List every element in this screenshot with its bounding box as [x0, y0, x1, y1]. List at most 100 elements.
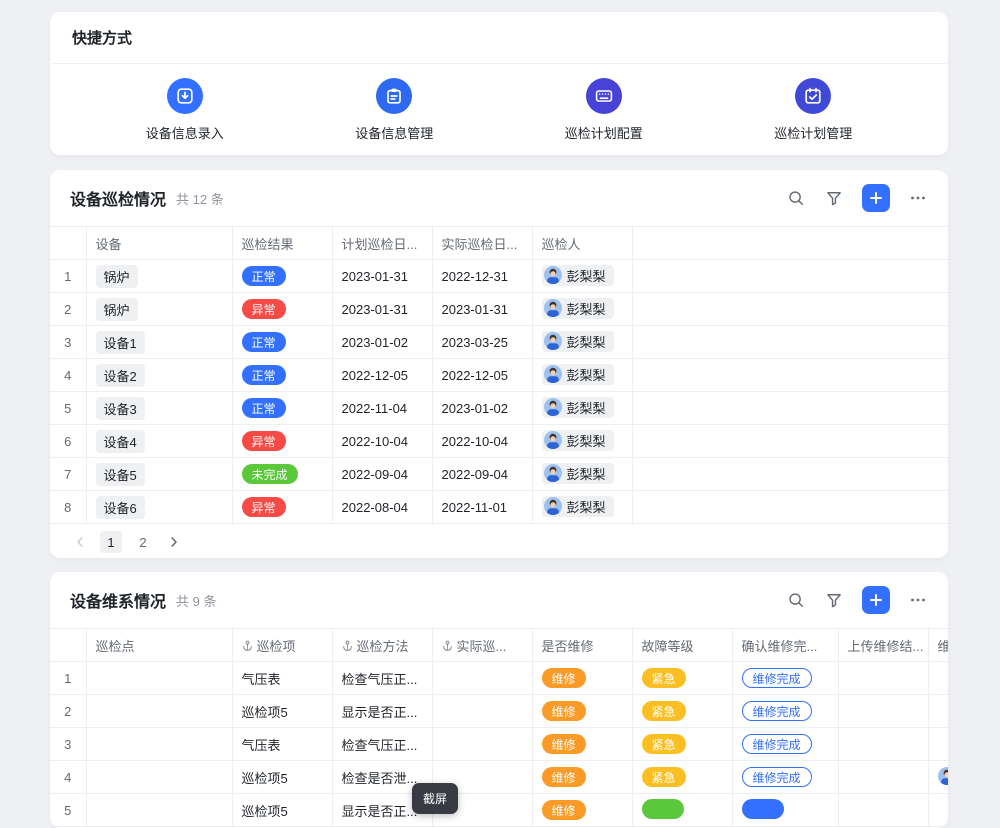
method-cell[interactable]: 检查气压正...	[332, 662, 432, 695]
result-cell[interactable]: 正常	[232, 326, 332, 359]
repair-cell[interactable]: 维修	[532, 695, 632, 728]
device-cell[interactable]: 锅炉	[86, 260, 232, 293]
point-cell[interactable]	[86, 761, 232, 794]
inspector-cell[interactable]: 彭梨梨	[532, 425, 632, 458]
column-header-actual[interactable]: 实际巡...	[432, 629, 532, 662]
actual-date-cell[interactable]: 2022-12-31	[432, 260, 532, 293]
result-cell[interactable]: 异常	[232, 491, 332, 524]
result-cell[interactable]: 正常	[232, 260, 332, 293]
result-cell[interactable]: 未完成	[232, 458, 332, 491]
table-row[interactable]: 7 设备5 未完成 2022-09-04 2022-09-04 彭梨梨	[50, 458, 948, 491]
repair-cell[interactable]: 维修	[532, 728, 632, 761]
table-row[interactable]: 5 设备3 正常 2022-11-04 2023-01-02 彭梨梨	[50, 392, 948, 425]
table-row[interactable]: 1 锅炉 正常 2023-01-31 2022-12-31 彭梨梨	[50, 260, 948, 293]
method-cell[interactable]: 检查气压正...	[332, 728, 432, 761]
confirm-cell[interactable]: 维修完成	[732, 728, 838, 761]
upload-cell[interactable]	[838, 794, 928, 827]
level-cell[interactable]: 紧急	[632, 695, 732, 728]
table-row[interactable]: 1 气压表 检查气压正... 维修 紧急 维修完成	[50, 662, 948, 695]
item-cell[interactable]: 巡检项5	[232, 695, 332, 728]
more-icon[interactable]	[908, 590, 928, 610]
point-cell[interactable]	[86, 728, 232, 761]
shortcut-device-info-manage[interactable]: 设备信息管理	[290, 78, 500, 142]
inspector-cell[interactable]: 彭梨梨	[532, 392, 632, 425]
plan-date-cell[interactable]: 2023-01-31	[332, 260, 432, 293]
actual-date-cell[interactable]: 2022-09-04	[432, 458, 532, 491]
inspector-cell[interactable]: 彭梨梨	[532, 260, 632, 293]
upload-cell[interactable]	[838, 761, 928, 794]
table-row[interactable]: 4 巡检项5 检查是否泄... 维修 紧急 维修完成	[50, 761, 948, 794]
column-header-confirm[interactable]: 确认维修完...	[732, 629, 838, 662]
actual-date-cell[interactable]: 2023-01-02	[432, 392, 532, 425]
table-row[interactable]: 5 巡检项5 显示是否正... 维修	[50, 794, 948, 827]
actual-date-cell[interactable]: 2022-11-01	[432, 491, 532, 524]
column-header-item[interactable]: 巡检项	[232, 629, 332, 662]
confirm-cell[interactable]: 维修完成	[732, 695, 838, 728]
point-cell[interactable]	[86, 695, 232, 728]
column-header-result[interactable]: 巡检结果	[232, 227, 332, 260]
next-page-button[interactable]	[164, 532, 184, 552]
column-header-upload[interactable]: 上传维修结...	[838, 629, 928, 662]
confirm-cell[interactable]: 维修完成	[732, 761, 838, 794]
confirm-cell[interactable]	[732, 794, 838, 827]
plan-date-cell[interactable]: 2022-12-05	[332, 359, 432, 392]
cutoff-cell[interactable]	[928, 794, 948, 827]
column-header-repair[interactable]: 是否维修	[532, 629, 632, 662]
level-cell[interactable]	[632, 794, 732, 827]
table-row[interactable]: 4 设备2 正常 2022-12-05 2022-12-05 彭梨梨	[50, 359, 948, 392]
plan-date-cell[interactable]: 2023-01-31	[332, 293, 432, 326]
plan-date-cell[interactable]: 2022-11-04	[332, 392, 432, 425]
inspector-cell[interactable]: 彭梨梨	[532, 458, 632, 491]
level-cell[interactable]: 紧急	[632, 662, 732, 695]
cutoff-cell[interactable]	[928, 761, 948, 794]
item-cell[interactable]: 气压表	[232, 662, 332, 695]
shortcut-device-info-entry[interactable]: 设备信息录入	[80, 78, 290, 142]
plan-date-cell[interactable]: 2023-01-02	[332, 326, 432, 359]
device-cell[interactable]: 设备1	[86, 326, 232, 359]
filter-icon[interactable]	[824, 188, 844, 208]
item-cell[interactable]: 气压表	[232, 728, 332, 761]
device-cell[interactable]: 设备5	[86, 458, 232, 491]
shortcut-inspection-plan-config[interactable]: 巡检计划配置	[499, 78, 709, 142]
column-header-point[interactable]: 巡检点	[86, 629, 232, 662]
item-cell[interactable]: 巡检项5	[232, 794, 332, 827]
upload-cell[interactable]	[838, 695, 928, 728]
inspector-cell[interactable]: 彭梨梨	[532, 359, 632, 392]
search-icon[interactable]	[786, 590, 806, 610]
item-cell[interactable]: 巡检项5	[232, 761, 332, 794]
add-record-button[interactable]	[862, 586, 890, 614]
device-cell[interactable]: 设备6	[86, 491, 232, 524]
device-cell[interactable]: 设备4	[86, 425, 232, 458]
repair-cell[interactable]: 维修	[532, 794, 632, 827]
result-cell[interactable]: 正常	[232, 359, 332, 392]
actual-cell[interactable]	[432, 662, 532, 695]
table-row[interactable]: 2 巡检项5 显示是否正... 维修 紧急 维修完成	[50, 695, 948, 728]
repair-cell[interactable]: 维修	[532, 761, 632, 794]
cutoff-cell[interactable]	[928, 662, 948, 695]
column-header-actual-date[interactable]: 实际巡检日...	[432, 227, 532, 260]
point-cell[interactable]	[86, 662, 232, 695]
point-cell[interactable]	[86, 794, 232, 827]
column-header-method[interactable]: 巡检方法	[332, 629, 432, 662]
device-cell[interactable]: 设备3	[86, 392, 232, 425]
level-cell[interactable]: 紧急	[632, 761, 732, 794]
column-header-plan-date[interactable]: 计划巡检日...	[332, 227, 432, 260]
page-1-button[interactable]: 1	[100, 531, 122, 553]
upload-cell[interactable]	[838, 662, 928, 695]
table-row[interactable]: 3 气压表 检查气压正... 维修 紧急 维修完成	[50, 728, 948, 761]
table-row[interactable]: 2 锅炉 异常 2023-01-31 2023-01-31 彭梨梨	[50, 293, 948, 326]
upload-cell[interactable]	[838, 728, 928, 761]
cutoff-cell[interactable]	[928, 695, 948, 728]
result-cell[interactable]: 异常	[232, 425, 332, 458]
column-header-inspector[interactable]: 巡检人	[532, 227, 632, 260]
prev-page-button[interactable]	[70, 532, 90, 552]
result-cell[interactable]: 正常	[232, 392, 332, 425]
column-header-cutoff[interactable]: 维...	[928, 629, 948, 662]
level-cell[interactable]: 紧急	[632, 728, 732, 761]
table-row[interactable]: 3 设备1 正常 2023-01-02 2023-03-25 彭梨梨	[50, 326, 948, 359]
inspector-cell[interactable]: 彭梨梨	[532, 293, 632, 326]
device-cell[interactable]: 锅炉	[86, 293, 232, 326]
inspector-cell[interactable]: 彭梨梨	[532, 326, 632, 359]
page-2-button[interactable]: 2	[132, 531, 154, 553]
actual-date-cell[interactable]: 2022-12-05	[432, 359, 532, 392]
